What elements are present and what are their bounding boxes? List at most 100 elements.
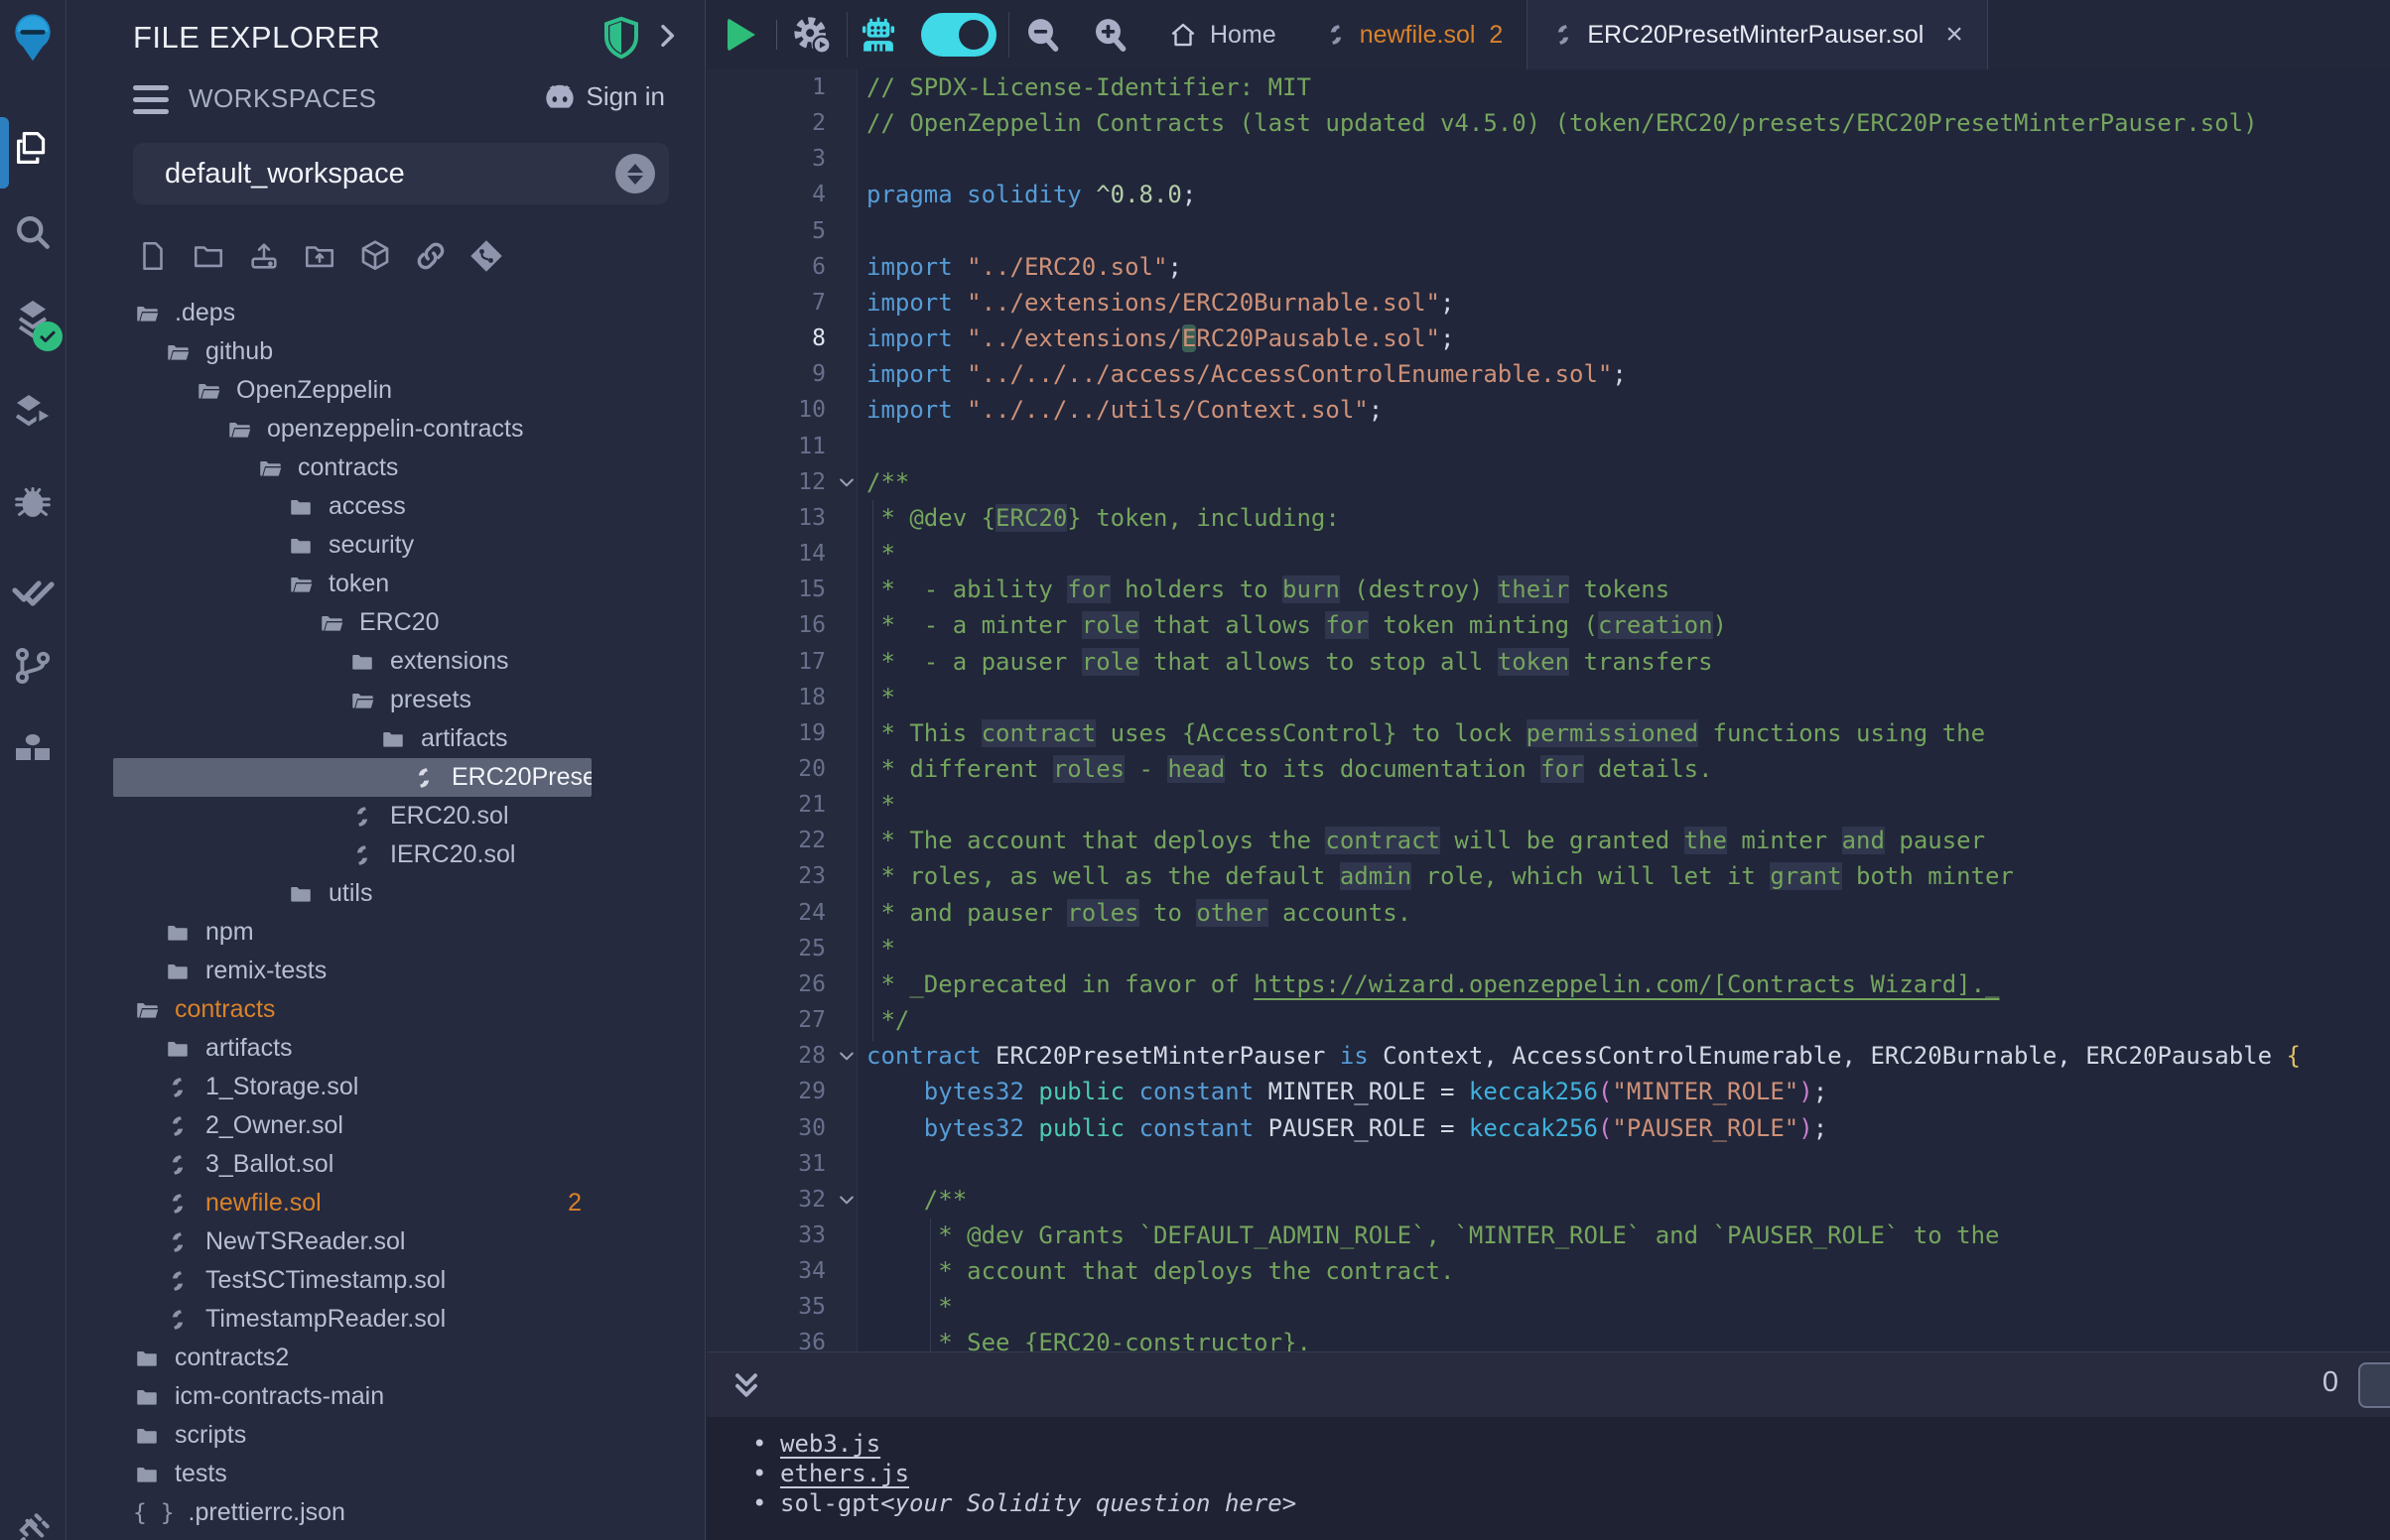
code-line-3[interactable]: 3	[707, 141, 2390, 177]
code-line-18[interactable]: 18 *	[707, 680, 2390, 715]
fold-chevron-icon[interactable]	[826, 464, 866, 500]
code-line-11[interactable]: 11	[707, 429, 2390, 464]
terminal-output[interactable]: •web3.js•ethers.js•sol-gpt <your Solidit…	[707, 1417, 2390, 1540]
tree-item-remix-tests[interactable]: remix-tests	[113, 952, 592, 990]
tree-item-access[interactable]: access	[113, 487, 592, 526]
code-line-20[interactable]: 20 * different roles - head to its docum…	[707, 751, 2390, 787]
debugger-icon[interactable]	[0, 478, 66, 524]
search-icon[interactable]	[0, 210, 66, 254]
code-line-13[interactable]: 13 * @dev {ERC20} token, including:	[707, 500, 2390, 536]
code-line-26[interactable]: 26 * _Deprecated in favor of https://wiz…	[707, 966, 2390, 1002]
close-tab-icon[interactable]: ×	[1945, 20, 1963, 50]
zoom-in-button[interactable]	[1077, 0, 1144, 69]
listen-on-network-checkbox[interactable]	[2358, 1362, 2390, 1408]
code-line-7[interactable]: 7import "../extensions/ERC20Burnable.sol…	[707, 285, 2390, 321]
run-script-button[interactable]	[707, 0, 776, 69]
github-sign-in-button[interactable]: Sign in	[543, 81, 666, 112]
tree-item-timestampreader-sol[interactable]: TimestampReader.sol	[113, 1300, 592, 1339]
plugin-manager-icon[interactable]	[0, 726, 66, 774]
code-line-28[interactable]: 28contract ERC20PresetMinterPauser is Co…	[707, 1038, 2390, 1074]
code-line-5[interactable]: 5	[707, 213, 2390, 249]
tree-item-ierc20-sol[interactable]: IERC20.sol	[113, 835, 592, 874]
code-line-8[interactable]: 8import "../extensions/ERC20Pausable.sol…	[707, 321, 2390, 356]
code-editor[interactable]: 1// SPDX-License-Identifier: MIT2// Open…	[707, 69, 2390, 1351]
code-line-27[interactable]: 27 */	[707, 1002, 2390, 1038]
library-link[interactable]: web3.js	[780, 1429, 880, 1459]
tree-item-presets[interactable]: presets	[113, 681, 592, 719]
git-icon[interactable]	[0, 643, 66, 689]
collapse-terminal-icon[interactable]	[729, 1366, 764, 1409]
file-explorer-icon[interactable]	[0, 125, 66, 171]
scam-alert-shield-icon[interactable]	[601, 16, 641, 64]
tree-item-readme-txt[interactable]: README.txt	[113, 1532, 592, 1540]
terminal-line[interactable]: •web3.js	[707, 1429, 2390, 1459]
tree-item-openzeppelin[interactable]: OpenZeppelin	[113, 371, 592, 410]
tree-item-erc20[interactable]: ERC20	[113, 603, 592, 642]
tree-item--prettierrc-json[interactable]: { }.prettierrc.json	[113, 1493, 592, 1532]
code-line-6[interactable]: 6import "../ERC20.sol";	[707, 249, 2390, 285]
ai-copilot-button[interactable]	[848, 0, 909, 69]
create-file-icon[interactable]	[133, 236, 173, 276]
import-https-link-icon[interactable]	[411, 236, 451, 276]
library-link[interactable]: ethers.js	[780, 1459, 909, 1488]
tree-item-2-owner-sol[interactable]: 2_Owner.sol	[113, 1106, 592, 1145]
code-line-25[interactable]: 25 *	[707, 931, 2390, 966]
deploy-and-run-icon[interactable]	[0, 389, 66, 437]
zoom-out-button[interactable]	[1009, 0, 1077, 69]
code-line-31[interactable]: 31	[707, 1146, 2390, 1182]
code-line-15[interactable]: 15 * - ability for holders to burn (dest…	[707, 572, 2390, 607]
tree-item-extensions[interactable]: extensions	[113, 642, 592, 681]
code-line-4[interactable]: 4pragma solidity ^0.8.0;	[707, 177, 2390, 212]
import-ipfs-cube-icon[interactable]	[355, 236, 395, 276]
tab-newfile-sol[interactable]: newfile.sol2	[1300, 0, 1527, 69]
tree-item-contracts[interactable]: contracts	[113, 449, 592, 487]
tree-item-openzeppelin-contracts[interactable]: openzeppelin-contracts	[113, 410, 592, 449]
code-line-30[interactable]: 30 bytes32 public constant PAUSER_ROLE =…	[707, 1110, 2390, 1146]
code-line-35[interactable]: 35 *	[707, 1289, 2390, 1325]
code-line-21[interactable]: 21 *	[707, 787, 2390, 823]
tree-item-newtsreader-sol[interactable]: NewTSReader.sol	[113, 1222, 592, 1261]
tree-item-scripts[interactable]: scripts	[113, 1416, 592, 1455]
tree-item-newfile-sol[interactable]: newfile.sol2	[113, 1184, 592, 1222]
solidity-compiler-icon[interactable]	[0, 296, 66, 343]
upload-file-icon[interactable]	[244, 236, 284, 276]
clone-git-repository-icon[interactable]	[466, 236, 506, 276]
tab-home[interactable]: Home	[1144, 0, 1300, 69]
tree-item--deps[interactable]: .deps	[113, 294, 592, 332]
code-line-17[interactable]: 17 * - a pauser role that allows to stop…	[707, 644, 2390, 680]
code-line-32[interactable]: 32 /**	[707, 1182, 2390, 1218]
tree-item-token[interactable]: token	[113, 565, 592, 603]
tree-item-artifacts[interactable]: artifacts	[113, 719, 592, 758]
code-line-12[interactable]: 12/**	[707, 464, 2390, 500]
code-line-9[interactable]: 9import "../../../access/AccessControlEn…	[707, 356, 2390, 392]
collapse-panel-chevron-icon[interactable]	[651, 20, 683, 57]
code-line-16[interactable]: 16 * - a minter role that allows for tok…	[707, 607, 2390, 643]
tree-item-contracts2[interactable]: contracts2	[113, 1339, 592, 1377]
code-line-34[interactable]: 34 * account that deploys the contract.	[707, 1253, 2390, 1289]
terminal-header[interactable]: 0	[707, 1351, 2390, 1417]
code-line-33[interactable]: 33 * @dev Grants `DEFAULT_ADMIN_ROLE`, `…	[707, 1218, 2390, 1253]
upload-folder-icon[interactable]	[300, 236, 339, 276]
create-folder-icon[interactable]	[189, 236, 228, 276]
tree-item-3-ballot-sol[interactable]: 3_Ballot.sol	[113, 1145, 592, 1184]
unit-testing-icon[interactable]	[0, 568, 66, 615]
tree-item-icm-contracts-main[interactable]: icm-contracts-main	[113, 1377, 592, 1416]
tree-item-security[interactable]: security	[113, 526, 592, 565]
code-line-23[interactable]: 23 * roles, as well as the default admin…	[707, 858, 2390, 894]
code-line-36[interactable]: 36 * See {ERC20-constructor}.	[707, 1325, 2390, 1351]
terminal-line[interactable]: •ethers.js	[707, 1459, 2390, 1488]
tree-item-contracts[interactable]: contracts	[113, 990, 592, 1029]
ai-copilot-toggle[interactable]	[909, 0, 1008, 69]
remix-logo-icon[interactable]	[0, 10, 66, 65]
code-line-1[interactable]: 1// SPDX-License-Identifier: MIT	[707, 69, 2390, 105]
tree-item-artifacts[interactable]: artifacts	[113, 1029, 592, 1068]
fold-chevron-icon[interactable]	[826, 1182, 866, 1218]
settings-plug-icon[interactable]	[0, 1508, 66, 1540]
tree-item-erc20-sol[interactable]: ERC20.sol	[113, 797, 592, 835]
tree-item-tests[interactable]: tests	[113, 1455, 592, 1493]
compile-and-run-button[interactable]	[777, 0, 847, 69]
fold-chevron-icon[interactable]	[826, 1038, 866, 1074]
workspace-select[interactable]: default_workspace	[133, 143, 669, 204]
tab-erc20presetminterpauser-sol[interactable]: ERC20PresetMinterPauser.sol×	[1527, 0, 1988, 69]
code-line-10[interactable]: 10import "../../../utils/Context.sol";	[707, 392, 2390, 428]
